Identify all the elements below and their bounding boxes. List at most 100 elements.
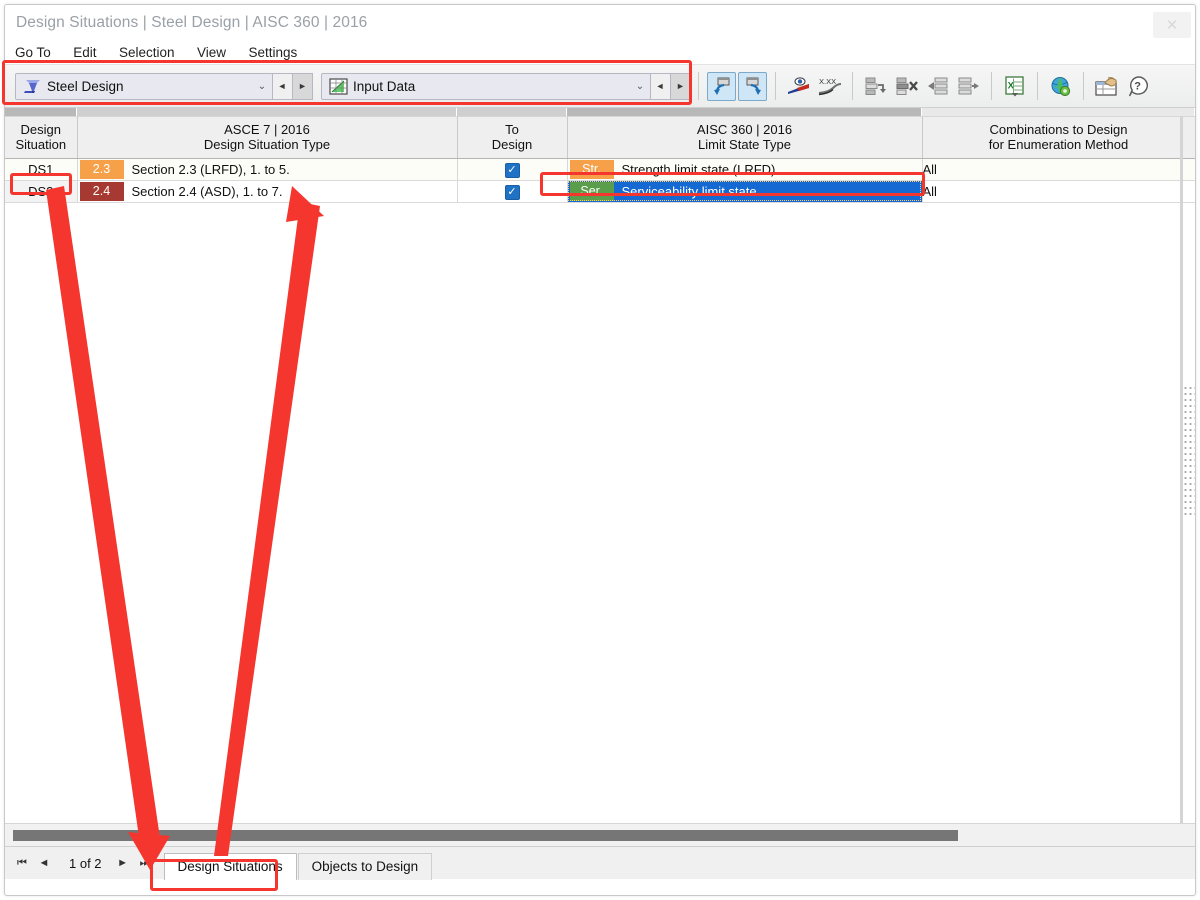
table-combo[interactable]: Input Data ⌄ (321, 72, 651, 100)
status-bar: ⏮ ◄ 1 of 2 ► ⏭ Design Situations Objects… (5, 846, 1195, 880)
insert-row-button[interactable] (861, 72, 890, 101)
cell-limit-state-type-selected[interactable]: Ser. Serviceability limit state (567, 180, 923, 203)
column-group-band (5, 108, 1195, 117)
column-header-design-situation-type[interactable]: ASCE 7 | 2016 Design Situation Type (77, 117, 458, 159)
limit-state-text: Serviceability limit state (621, 183, 757, 199)
tab-objects-to-design[interactable]: Objects to Design (297, 852, 433, 880)
limit-state-badge: Ser. (569, 181, 614, 201)
group-band-segment (457, 108, 567, 116)
table-row[interactable]: DS1 2.3 Section 2.3 (LRFD), 1. to 5. ✓ S… (5, 158, 1195, 181)
header-line-2: Situation (15, 137, 67, 153)
row-header-ds1[interactable]: DS1 (5, 158, 78, 181)
next-record-button[interactable]: ► (112, 851, 134, 875)
group-band-segment (567, 108, 922, 116)
cell-design-situation-type[interactable]: 2.3 Section 2.3 (LRFD), 1. to 5. (77, 158, 458, 181)
column-header-design-situation[interactable]: Design Situation (5, 117, 78, 159)
table-settings-button[interactable] (1092, 72, 1121, 101)
table-next-button[interactable]: ► (670, 72, 691, 100)
toolbar-separator (1037, 72, 1038, 100)
tab-design-situations[interactable]: Design Situations (163, 852, 297, 880)
pane-splitter-handle[interactable] (1183, 385, 1195, 515)
header-line-1: Design (20, 122, 61, 138)
scrollbar-track[interactable] (13, 829, 1187, 841)
web-globe-button[interactable] (1046, 72, 1075, 101)
menu-item-settings[interactable]: Settings (248, 43, 306, 63)
module-combo[interactable]: Steel Design ⌄ (15, 72, 273, 100)
header-line-1: To (505, 122, 519, 138)
data-grid: Design Situation ASCE 7 | 2016 Design Si… (5, 117, 1195, 823)
input-data-table-icon (327, 77, 349, 96)
window-title: Design Situations | Steel Design | AISC … (16, 14, 368, 31)
redo-navigation-button[interactable] (738, 71, 767, 101)
header-line-1: AISC 360 | 2016 (696, 122, 793, 138)
scrollbar-thumb[interactable] (13, 829, 959, 841)
title-bar: Design Situations | Steel Design | AISC … (5, 5, 1195, 43)
first-record-button[interactable]: ⏮ (11, 851, 33, 875)
column-header-limit-state-type[interactable]: AISC 360 | 2016 Limit State Type (567, 117, 923, 159)
header-line-2: for Enumeration Method (988, 137, 1129, 153)
situation-text: Section 2.4 (ASD), 1. to 7. (131, 183, 283, 199)
header-line-2: Limit State Type (698, 137, 791, 153)
group-band-segment (922, 108, 1195, 116)
import-rows-button[interactable] (923, 72, 952, 101)
table-header-row: Design Situation ASCE 7 | 2016 Design Si… (5, 117, 1195, 159)
menu-item-view[interactable]: View (197, 43, 235, 63)
module-prev-button[interactable]: ◄ (272, 72, 293, 100)
toolbar-separator (775, 72, 776, 100)
menu-item-edit[interactable]: Edit (73, 43, 105, 63)
header-line-1: Combinations to Design (989, 122, 1128, 138)
cell-to-design[interactable]: ✓ (457, 180, 568, 203)
table-row[interactable]: DS2 2.4 Section 2.4 (ASD), 1. to 7. ✓ Se… (5, 180, 1195, 203)
header-line-2: Design Situation Type (203, 137, 331, 153)
menu-bar: Go To Edit Selection View Settings (5, 43, 1195, 64)
header-line-1: ASCE 7 | 2016 (224, 122, 310, 138)
view-visibility-button[interactable] (784, 72, 813, 101)
design-situations-table: Design Situation ASCE 7 | 2016 Design Si… (5, 117, 1195, 203)
last-record-button[interactable]: ⏭ (134, 851, 156, 875)
svg-text:?: ? (1134, 80, 1141, 92)
i-beam-icon (21, 77, 43, 96)
undo-navigation-button[interactable] (707, 71, 736, 101)
limit-state-badge: Str. (569, 159, 614, 179)
cell-design-situation-type[interactable]: 2.4 Section 2.4 (ASD), 1. to 7. (77, 180, 458, 203)
svg-text:X.XX: X.XX (819, 77, 836, 86)
module-next-button[interactable]: ► (292, 72, 313, 100)
group-band-segment (77, 108, 457, 116)
bottom-tab-strip: Design Situations Objects to Design (163, 847, 434, 880)
cell-limit-state-type[interactable]: Str. Strength limit state (LRFD) (567, 158, 923, 181)
menu-item-go-to[interactable]: Go To (15, 43, 60, 63)
cell-combinations[interactable]: All (922, 180, 1195, 203)
delete-row-button[interactable] (892, 72, 921, 101)
application-window: Design Situations | Steel Design | AISC … (4, 4, 1196, 896)
screenshot-root: Design Situations | Steel Design | AISC … (0, 0, 1200, 900)
chevron-down-icon[interactable]: ⌄ (630, 74, 650, 99)
toolbar-separator (991, 72, 992, 100)
cell-combinations[interactable]: All (922, 158, 1195, 181)
limit-state-text: Strength limit state (LRFD) (621, 161, 776, 177)
cell-to-design[interactable]: ✓ (457, 158, 568, 181)
toolbar-separator (852, 72, 853, 100)
table-combo-value: Input Data (353, 78, 416, 94)
menu-item-selection[interactable]: Selection (119, 43, 184, 63)
chevron-down-icon[interactable]: ⌄ (252, 74, 272, 99)
toolbar-separator (698, 72, 699, 100)
toolbar: Steel Design ⌄ ◄ ► Input Data ⌄ ◄ ► X.XX… (5, 64, 1195, 108)
row-header-ds2[interactable]: DS2 (5, 180, 78, 203)
export-rows-button[interactable] (954, 72, 983, 101)
column-header-combinations-to-design[interactable]: Combinations to Design for Enumeration M… (922, 117, 1195, 159)
decimal-places-button[interactable]: X.XX (815, 72, 844, 101)
situation-text: Section 2.3 (LRFD), 1. to 5. (131, 161, 290, 177)
column-header-to-design[interactable]: To Design (457, 117, 568, 159)
to-design-checkbox[interactable]: ✓ (504, 162, 520, 178)
toolbar-separator (1083, 72, 1084, 100)
to-design-checkbox[interactable]: ✓ (504, 184, 520, 200)
situation-badge: 2.4 (79, 181, 124, 201)
table-prev-button[interactable]: ◄ (650, 72, 671, 100)
horizontal-scrollbar[interactable] (5, 823, 1195, 846)
excel-export-button[interactable]: X (1000, 72, 1029, 101)
module-combo-value: Steel Design (47, 78, 124, 94)
previous-record-button[interactable]: ◄ (33, 851, 55, 875)
help-button[interactable]: ? (1123, 72, 1152, 101)
header-line-2: Design (491, 137, 533, 153)
close-icon[interactable]: ✕ (1153, 12, 1191, 38)
